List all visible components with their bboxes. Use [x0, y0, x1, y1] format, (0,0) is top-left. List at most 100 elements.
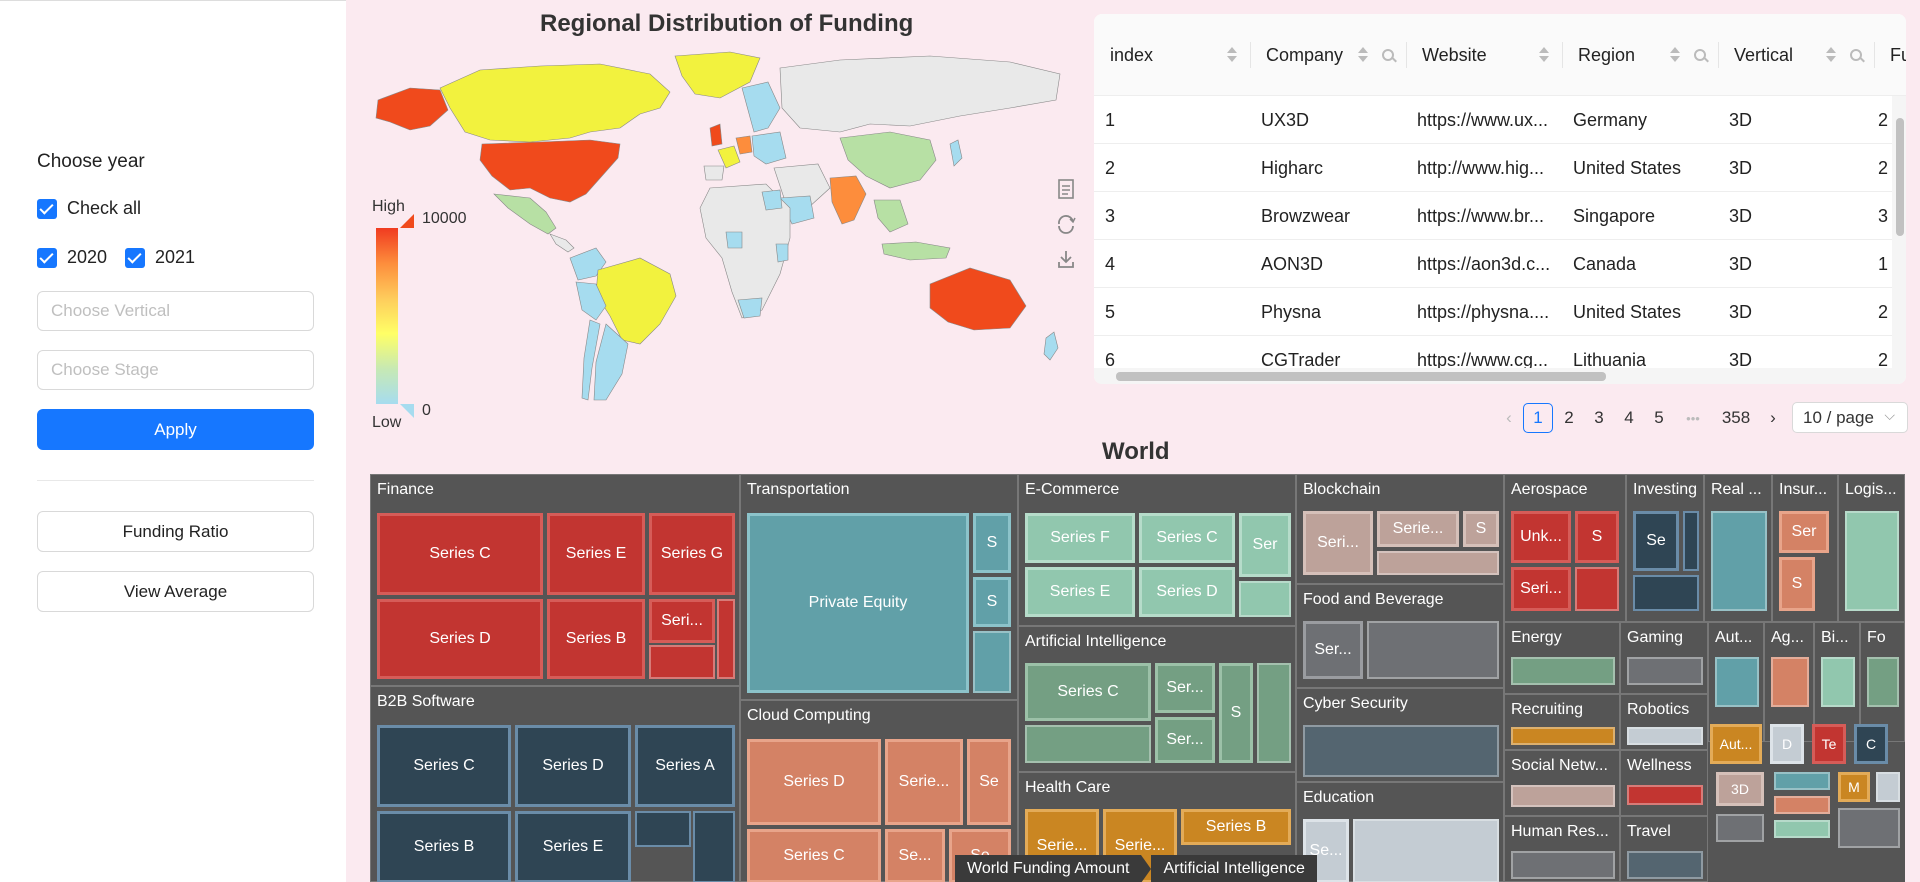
sort-icon[interactable]: [1826, 47, 1836, 63]
treemap-cell[interactable]: [1511, 727, 1615, 745]
treemap-cell[interactable]: Series F: [1025, 513, 1135, 563]
stage-select[interactable]: Choose Stage: [37, 350, 314, 390]
treemap-cell[interactable]: [1716, 814, 1764, 842]
treemap-cell[interactable]: M: [1838, 772, 1870, 802]
treemap-cell[interactable]: Ser...: [1155, 717, 1215, 763]
treemap-cell[interactable]: [1627, 785, 1703, 805]
treemap-cell[interactable]: 3D: [1716, 772, 1764, 806]
next-page-chevron-icon[interactable]: ›: [1760, 403, 1786, 433]
cell-website[interactable]: https://www.br...: [1406, 192, 1562, 240]
treemap-cell[interactable]: Serie...: [885, 739, 963, 825]
sort-icon[interactable]: [1670, 47, 1680, 63]
breadcrumb-item-world[interactable]: World Funding Amount: [955, 855, 1142, 882]
legend-max-handle[interactable]: [400, 214, 414, 228]
treemap-cell[interactable]: [1774, 772, 1830, 790]
treemap-cell[interactable]: Series G: [649, 513, 735, 595]
vertical-scrollbar[interactable]: [1892, 96, 1906, 368]
cell-website[interactable]: https://physna....: [1406, 288, 1562, 336]
apply-button[interactable]: Apply: [37, 409, 314, 450]
treemap-cell[interactable]: S: [1219, 663, 1253, 763]
treemap-cell[interactable]: Series D: [515, 725, 631, 807]
prev-page-chevron-icon[interactable]: ‹: [1496, 403, 1522, 433]
funding-ratio-button[interactable]: Funding Ratio: [37, 511, 314, 552]
treemap-group-cyber-security[interactable]: Cyber Security: [1296, 688, 1504, 782]
treemap-cell[interactable]: [1511, 851, 1615, 879]
treemap-cell[interactable]: Private Equity: [747, 513, 969, 693]
treemap-cell[interactable]: [973, 631, 1011, 693]
save-image-icon[interactable]: [1056, 248, 1076, 270]
search-icon[interactable]: [1382, 49, 1394, 61]
treemap-cell[interactable]: Se: [1633, 511, 1679, 571]
treemap-group-b2b-software[interactable]: B2B Software Series C Series D Series A …: [370, 686, 740, 882]
treemap-cell[interactable]: [1774, 820, 1830, 838]
treemap-cell[interactable]: Series B: [1181, 809, 1291, 845]
treemap-group-aerospace[interactable]: Aerospace Unk... S Seri...: [1504, 474, 1626, 622]
treemap-group-human-resources[interactable]: Human Res...: [1504, 816, 1620, 882]
treemap-cell[interactable]: Se: [967, 739, 1011, 825]
treemap-cell[interactable]: [1511, 657, 1615, 685]
treemap-cell[interactable]: [1627, 657, 1703, 685]
cell-website[interactable]: https://www.ux...: [1406, 96, 1562, 144]
breadcrumb-item-current[interactable]: Artificial Intelligence: [1151, 855, 1317, 882]
cell-website[interactable]: https://aon3d.c...: [1406, 240, 1562, 288]
table-row[interactable]: 1 UX3D https://www.ux... Germany 3D 2: [1094, 96, 1894, 144]
page-2-button[interactable]: 2: [1554, 403, 1584, 433]
treemap-cell[interactable]: [1876, 772, 1900, 802]
treemap-cell[interactable]: [1575, 567, 1619, 611]
treemap-group-finance[interactable]: Finance Series C Series E Series G Serie…: [370, 474, 740, 686]
treemap-cell[interactable]: Series D: [1139, 567, 1235, 617]
treemap-cell[interactable]: D: [1770, 724, 1804, 764]
scrollbar-thumb[interactable]: [1896, 118, 1904, 236]
treemap-cell[interactable]: [1257, 663, 1291, 763]
treemap-group-energy[interactable]: Energy: [1504, 622, 1620, 694]
treemap-cell[interactable]: [635, 811, 691, 847]
treemap-cell[interactable]: S: [1575, 511, 1619, 563]
treemap-cell[interactable]: [1838, 808, 1900, 848]
page-size-select[interactable]: 10 / page ⌵: [1792, 402, 1908, 433]
treemap-cell[interactable]: Series E: [1025, 567, 1135, 617]
col-funding-header[interactable]: Fu: [1874, 14, 1906, 96]
treemap-group-logistics[interactable]: Logis...: [1838, 474, 1905, 622]
treemap-cell[interactable]: Series E: [515, 811, 631, 882]
treemap-group-robotics[interactable]: Robotics: [1620, 694, 1708, 750]
treemap-cell[interactable]: [1683, 511, 1699, 571]
treemap-cell[interactable]: Series B: [547, 599, 645, 679]
treemap-cell[interactable]: Se...: [885, 829, 945, 882]
treemap-cell[interactable]: Te: [1812, 724, 1846, 764]
treemap-cell[interactable]: [1367, 621, 1499, 679]
treemap-group-gaming[interactable]: Gaming: [1620, 622, 1708, 694]
treemap-cell[interactable]: [649, 645, 715, 679]
treemap-group-transportation[interactable]: Transportation Private Equity S S: [740, 474, 1018, 700]
treemap-group-artificial-intelligence[interactable]: Artificial Intelligence Series C Ser... …: [1018, 626, 1296, 772]
check-all-checkbox[interactable]: Check all: [37, 198, 141, 219]
treemap-cell[interactable]: Series C: [1025, 663, 1151, 721]
funding-treemap[interactable]: Finance Series C Series E Series G Serie…: [370, 474, 1905, 882]
treemap-cell[interactable]: Unk...: [1511, 511, 1571, 563]
treemap-cell[interactable]: Seri...: [649, 599, 715, 643]
world-choropleth-map[interactable]: [370, 48, 1080, 424]
treemap-cell[interactable]: [717, 599, 735, 679]
treemap-cell[interactable]: Series C: [747, 829, 881, 882]
treemap-group-wellness[interactable]: Wellness: [1620, 750, 1708, 816]
page-3-button[interactable]: 3: [1584, 403, 1614, 433]
year-2021-checkbox[interactable]: 2021: [125, 247, 195, 268]
treemap-cell[interactable]: Ser...: [1155, 663, 1215, 713]
treemap-cell[interactable]: Seri...: [1303, 511, 1373, 575]
treemap-group-food-and-beverage[interactable]: Food and Beverage Ser...: [1296, 584, 1504, 688]
treemap-group-social-network[interactable]: Social Netw...: [1504, 750, 1620, 816]
sort-icon[interactable]: [1227, 47, 1237, 63]
treemap-cell[interactable]: [1771, 657, 1809, 707]
treemap-cell[interactable]: Seri...: [1511, 567, 1571, 611]
treemap-cell[interactable]: [1627, 727, 1703, 745]
treemap-cell[interactable]: [1845, 511, 1899, 611]
treemap-cell[interactable]: [1711, 511, 1767, 611]
page-1-button[interactable]: 1: [1523, 403, 1553, 433]
sort-icon[interactable]: [1358, 47, 1368, 63]
year-2020-checkbox[interactable]: 2020: [37, 247, 107, 268]
treemap-cell[interactable]: [1774, 796, 1830, 814]
restore-icon[interactable]: [1056, 213, 1076, 235]
treemap-cell[interactable]: C: [1854, 724, 1888, 764]
treemap-cell[interactable]: Aut...: [1710, 724, 1762, 764]
treemap-cell[interactable]: Series E: [547, 513, 645, 595]
treemap-cell[interactable]: Series C: [377, 725, 511, 807]
